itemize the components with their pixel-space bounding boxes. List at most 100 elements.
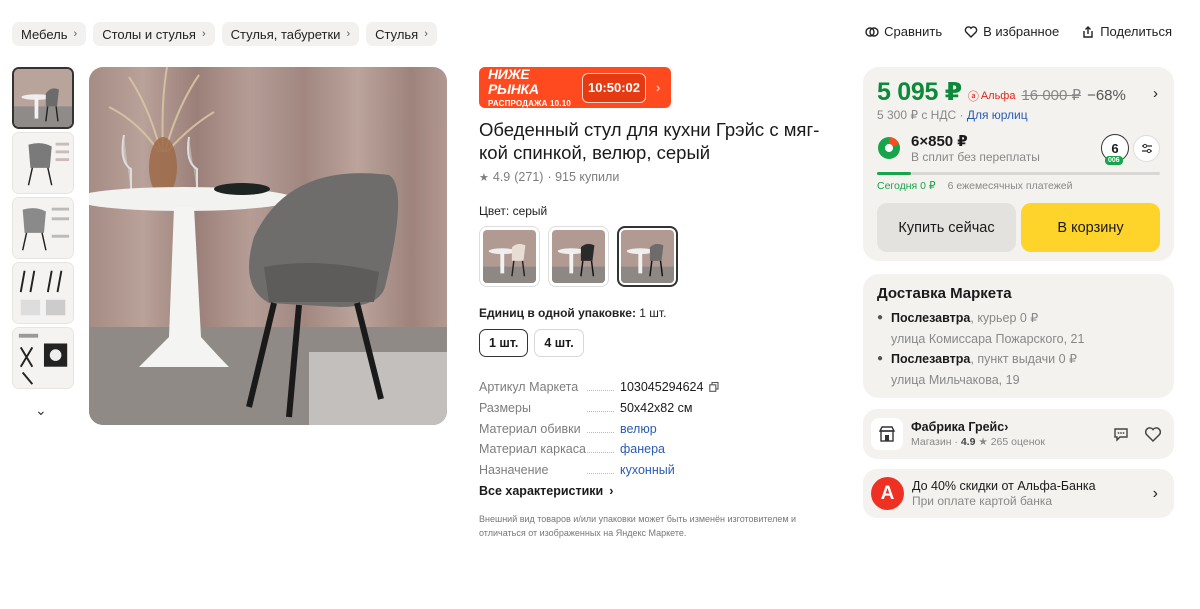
delivery-when: Послезавтра	[891, 311, 971, 325]
nds-row: 5 300 ₽ с НДС · Для юрлиц	[877, 108, 1160, 122]
color-swatch-black[interactable]	[548, 226, 609, 287]
split-progress-bar	[877, 172, 1160, 175]
promo-title: НИЖЕ РЫНКА	[488, 67, 539, 97]
pack-option-1[interactable]: 1 шт.	[479, 329, 529, 357]
breadcrumb-item[interactable]: Мебель ›	[12, 22, 87, 46]
chair-legs-thumbnail	[13, 263, 73, 323]
specs-list: Артикул Маркета 103045294624 Размеры 50x…	[479, 377, 824, 480]
chair-dimensions-thumbnail	[13, 133, 73, 193]
thumbnail[interactable]	[12, 327, 74, 389]
nds-price: 5 300 ₽ с НДС ·	[877, 108, 964, 122]
spec-key: Артикул Маркета	[479, 380, 620, 394]
split-logo-icon	[878, 137, 900, 159]
split-progress-fill	[877, 172, 911, 175]
chevron-right-icon: ›	[424, 28, 428, 40]
bullet-icon: ●	[877, 312, 884, 323]
share-label: Поделиться	[1100, 24, 1172, 39]
pack-label-key: Единиц в одной упаковке:	[479, 306, 636, 320]
alfa-promo-text: До 40% скидки от Альфа-Банка При оплате …	[912, 479, 1096, 508]
shop-info: Фабрика Грейс› Магазин · 4.9 ★ 265 оцено…	[911, 420, 1045, 448]
chevron-right-icon: ›	[1004, 420, 1009, 434]
top-actions: Сравнить В избранное Поделиться	[865, 24, 1172, 39]
delivery-when: Послезавтра	[891, 352, 971, 366]
compare-button[interactable]: Сравнить	[865, 24, 942, 39]
old-price: 16 000 ₽	[1021, 87, 1082, 104]
add-to-cart-button[interactable]: В корзину	[1021, 203, 1160, 252]
alfa-bank-promo[interactable]: А До 40% скидки от Альфа-Банка При оплат…	[863, 469, 1174, 518]
color-swatch-beige[interactable]	[479, 226, 540, 287]
chat-icon[interactable]	[1112, 425, 1130, 443]
thumbnail[interactable]	[12, 262, 74, 324]
favorite-button[interactable]: В избранное	[964, 24, 1059, 39]
chevron-right-icon: ›	[609, 484, 614, 499]
pack-label-value: 1 шт.	[639, 306, 667, 320]
pack-options: 1 шт. 4 шт.	[479, 329, 824, 357]
rating-row[interactable]: ★ 4.9 (271) · 915 купили	[479, 170, 824, 184]
price-row[interactable]: 5 095 ₽ ⓐ Альфа 16 000 ₽ −68%	[877, 77, 1160, 107]
share-button[interactable]: Поделиться	[1081, 24, 1172, 39]
spec-row: Размеры 50x42x82 см	[479, 398, 824, 419]
spec-key: Размеры	[479, 401, 620, 415]
breadcrumb-item[interactable]: Стулья, табуретки ›	[221, 22, 360, 46]
breadcrumb-item[interactable]: Стулья ›	[366, 22, 437, 46]
alfa-bank-logo: А	[871, 477, 904, 510]
buy-now-button[interactable]: Купить сейчас	[877, 203, 1016, 252]
current-price: 5 095 ₽	[877, 78, 962, 106]
breadcrumb-label: Столы и стулья	[102, 26, 196, 42]
delivery-method: , пункт выдачи 0 ₽	[970, 352, 1077, 366]
chevron-right-icon: ›	[1152, 484, 1158, 502]
product-info: НИЖЕ РЫНКА РАСПРОДАЖА 10.10 10:50:02 › О…	[479, 67, 824, 540]
promo-timer: 10:50:02	[582, 72, 646, 103]
pack-option-4[interactable]: 4 шт.	[534, 329, 584, 357]
copy-icon[interactable]	[709, 382, 719, 393]
chevron-right-icon: ›	[656, 80, 661, 95]
delivery-method: , курьер 0 ₽	[970, 311, 1039, 325]
spec-value-link[interactable]: велюр	[620, 422, 657, 436]
split-text: 6×850 ₽ В сплит без переплаты	[911, 132, 1040, 164]
split-amount: 6×850 ₽	[911, 133, 968, 150]
thumbnail[interactable]	[12, 197, 74, 259]
promo-subtitle: РАСПРОДАЖА 10.10	[488, 99, 572, 108]
spec-value-link[interactable]: кухонный	[620, 463, 675, 477]
shop-meta: Магазин · 4.9 ★ 265 оценок	[911, 436, 1045, 448]
shop-name: Фабрика Грейс›	[911, 420, 1045, 434]
color-swatches	[479, 226, 824, 287]
chevron-down-icon[interactable]: ⌄	[35, 402, 47, 419]
settings-icon[interactable]	[1133, 135, 1160, 162]
breadcrumb-label: Стулья, табуретки	[230, 26, 341, 42]
compare-label: Сравнить	[884, 24, 943, 39]
spec-value: 103045294624	[620, 380, 719, 394]
thumbnail[interactable]	[12, 67, 74, 129]
buy-box: 5 095 ₽ ⓐ Альфа 16 000 ₽ −68% › 5 300 ₽ с…	[863, 67, 1174, 261]
disclaimer: Внешний вид товаров и/или упаковки может…	[479, 514, 797, 539]
reviews-count: (271)	[514, 170, 544, 184]
color-label-key: Цвет:	[479, 204, 510, 218]
spec-value-link[interactable]: фанера	[620, 442, 665, 456]
heart-icon	[964, 25, 978, 38]
chevron-right-icon: ›	[346, 28, 351, 40]
delivery-option[interactable]: ● Послезавтра, пункт выдачи 0 ₽	[877, 349, 1160, 370]
shop-card[interactable]: Фабрика Грейс› Магазин · 4.9 ★ 265 оцено…	[863, 409, 1174, 459]
spec-key: Материал каркаса	[479, 442, 620, 456]
split-subtitle: В сплит без переплаты	[911, 150, 1040, 164]
promo-banner[interactable]: НИЖЕ РЫНКА РАСПРОДАЖА 10.10 10:50:02 ›	[479, 67, 671, 108]
chevron-right-icon[interactable]: ›	[1153, 85, 1158, 102]
spec-row: Артикул Маркета 103045294624	[479, 377, 824, 398]
delivery-option[interactable]: ● Послезавтра, курьер 0 ₽	[877, 308, 1160, 329]
delivery-box: Доставка Маркета ● Послезавтра, курьер 0 …	[863, 274, 1174, 398]
spec-row: Материал каркаса фанера	[479, 439, 824, 460]
payment-monthly: 6 ежемесячных платежей	[947, 180, 1073, 192]
all-specs-link[interactable]: Все характеристики ›	[479, 484, 824, 498]
shop-rating: 4.9	[960, 436, 976, 448]
thumbnail[interactable]	[12, 132, 74, 194]
color-swatch-grey[interactable]	[617, 226, 678, 287]
product-main-photo[interactable]	[89, 67, 447, 425]
breadcrumb-item[interactable]: Столы и стулья ›	[93, 22, 215, 46]
delivery-address: улица Комиссара Пожарского, 21	[891, 331, 1085, 346]
shop-icon	[871, 418, 903, 450]
legal-entity-link[interactable]: Для юрлиц	[967, 108, 1028, 122]
split-row[interactable]: 6×850 ₽ В сплит без переплаты 6 006	[877, 132, 1160, 165]
favorite-label: В избранное	[983, 24, 1060, 39]
alfa-icon: ⓐ	[967, 91, 979, 103]
heart-icon[interactable]	[1144, 425, 1162, 443]
